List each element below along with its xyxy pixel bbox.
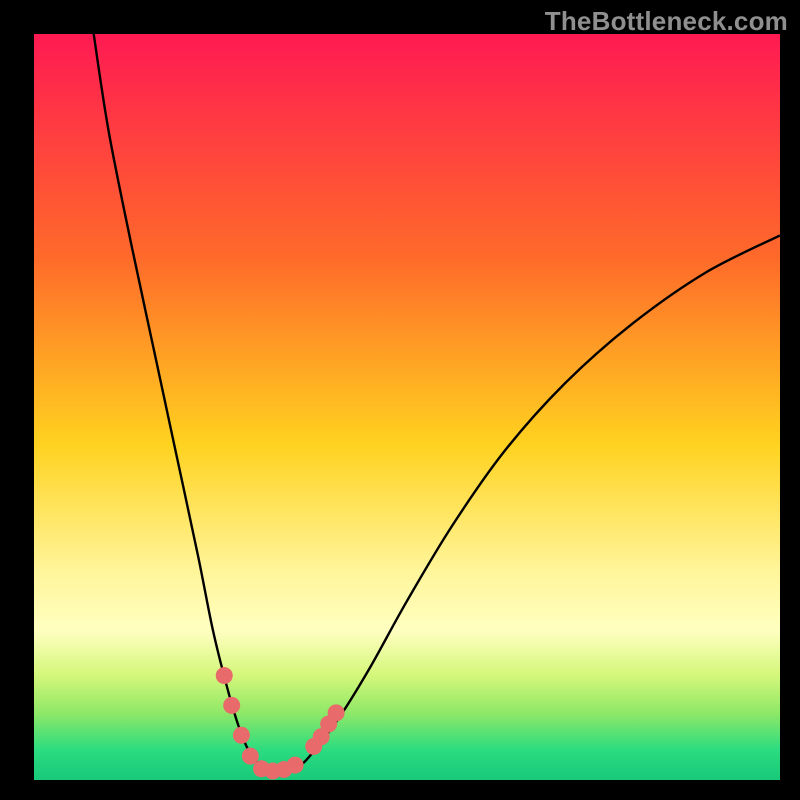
marker-dot — [233, 727, 250, 744]
marker-dot — [328, 704, 345, 721]
plot-area — [34, 34, 780, 780]
gradient-background — [34, 34, 780, 780]
gradient-chart — [34, 34, 780, 780]
marker-dot — [287, 757, 304, 774]
marker-dot — [242, 748, 259, 765]
marker-dot — [223, 697, 240, 714]
chart-frame: TheBottleneck.com — [0, 0, 800, 800]
marker-dot — [216, 667, 233, 684]
watermark-text: TheBottleneck.com — [545, 6, 788, 37]
